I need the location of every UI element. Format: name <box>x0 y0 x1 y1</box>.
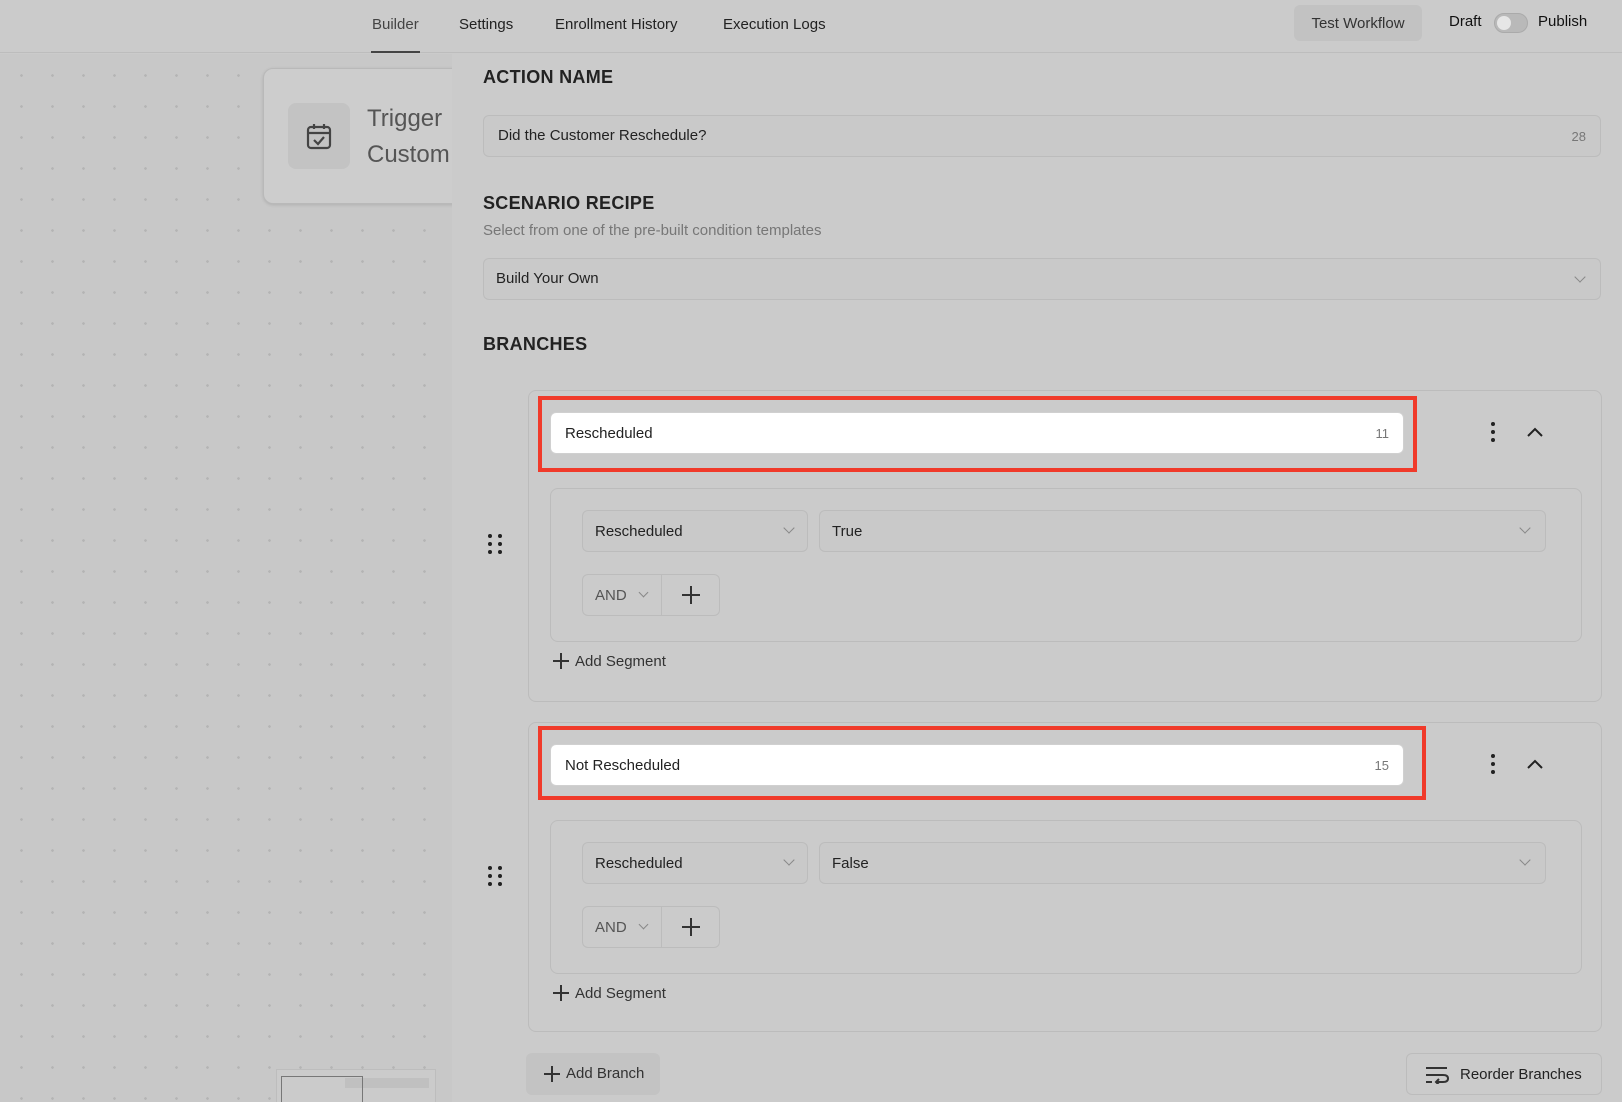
divider <box>661 575 662 615</box>
condition-field-value: Rescheduled <box>595 855 683 872</box>
add-segment-label: Add Segment <box>575 985 666 1002</box>
tab-builder[interactable]: Builder <box>371 16 420 53</box>
scenario-recipe-hint: Select from one of the pre-built conditi… <box>483 222 822 239</box>
reorder-branches-button[interactable]: Reorder Branches <box>1406 1053 1602 1095</box>
more-options-icon[interactable] <box>1483 420 1503 444</box>
publish-label: Publish <box>1538 13 1588 30</box>
calendar-check-icon <box>288 103 350 169</box>
chevron-down-icon <box>1519 522 1531 534</box>
condition-value-select[interactable]: False <box>819 842 1546 884</box>
draft-label: Draft <box>1449 13 1482 30</box>
reorder-branches-label: Reorder Branches <box>1460 1066 1582 1083</box>
drag-handle-icon[interactable] <box>488 866 502 886</box>
minimap-viewport[interactable] <box>281 1076 363 1102</box>
chevron-down-icon <box>638 919 649 930</box>
workflow-canvas[interactable]: Trigger Custom <box>0 54 452 1102</box>
drag-handle-icon[interactable] <box>488 534 502 554</box>
top-navigation-bar: Builder Settings Enrollment History Exec… <box>0 0 1622 53</box>
scenario-recipe-select[interactable]: Build Your Own <box>483 258 1601 300</box>
canvas-minimap[interactable] <box>276 1069 436 1102</box>
plus-icon <box>544 1066 560 1082</box>
condition-segment: Rescheduled False AND <box>550 820 1582 974</box>
chevron-down-icon <box>1574 271 1586 283</box>
reorder-icon <box>1425 1066 1450 1088</box>
operator-select[interactable]: AND <box>595 587 627 604</box>
action-name-counter: 28 <box>1571 129 1586 144</box>
tab-execution-logs[interactable]: Execution Logs <box>723 16 826 53</box>
branch-card: Rescheduled 11 Rescheduled True AND Add … <box>528 390 1602 702</box>
condition-field-value: Rescheduled <box>595 523 683 540</box>
action-settings-panel: ACTION NAME Did the Customer Reschedule?… <box>452 54 1622 1102</box>
add-segment-label: Add Segment <box>575 653 666 670</box>
divider <box>661 907 662 947</box>
operator-group: AND <box>582 906 720 948</box>
publish-toggle[interactable] <box>1494 13 1528 33</box>
condition-value: False <box>832 855 869 872</box>
condition-segment: Rescheduled True AND <box>550 488 1582 642</box>
toggle-knob <box>1497 16 1511 30</box>
branches-title: BRANCHES <box>483 334 588 354</box>
add-branch-label: Add Branch <box>566 1065 645 1082</box>
chevron-down-icon <box>638 587 649 598</box>
trigger-subtitle: Custom <box>367 141 450 168</box>
plus-icon <box>553 653 569 669</box>
chevron-down-icon <box>783 522 795 534</box>
scenario-recipe-value: Build Your Own <box>496 270 599 287</box>
branch-card: Not Rescheduled 15 Rescheduled False AND <box>528 722 1602 1032</box>
trigger-node-card[interactable]: Trigger Custom <box>263 68 452 204</box>
highlight-box <box>538 726 1426 800</box>
action-name-title: ACTION NAME <box>483 67 614 87</box>
trigger-title: Trigger <box>367 105 443 132</box>
operator-group: AND <box>582 574 720 616</box>
condition-field-select[interactable]: Rescheduled <box>582 842 808 884</box>
action-name-value: Did the Customer Reschedule? <box>498 127 707 144</box>
chevron-up-icon[interactable] <box>1525 754 1545 774</box>
test-workflow-button[interactable]: Test Workflow <box>1294 5 1422 41</box>
add-condition-icon[interactable] <box>682 918 700 936</box>
add-condition-icon[interactable] <box>682 586 700 604</box>
tab-enrollment-history[interactable]: Enrollment History <box>555 16 678 53</box>
condition-value: True <box>832 523 863 540</box>
more-options-icon[interactable] <box>1483 752 1503 776</box>
condition-value-select[interactable]: True <box>819 510 1546 552</box>
chevron-up-icon[interactable] <box>1525 422 1545 442</box>
tab-settings[interactable]: Settings <box>459 16 513 53</box>
chevron-down-icon <box>1519 854 1531 866</box>
condition-field-select[interactable]: Rescheduled <box>582 510 808 552</box>
plus-icon <box>553 985 569 1001</box>
scenario-recipe-title: SCENARIO RECIPE <box>483 193 655 213</box>
operator-select[interactable]: AND <box>595 919 627 936</box>
chevron-down-icon <box>783 854 795 866</box>
action-name-input[interactable]: Did the Customer Reschedule? 28 <box>483 115 1601 157</box>
add-branch-button[interactable]: Add Branch <box>526 1053 660 1095</box>
highlight-box <box>538 396 1417 472</box>
